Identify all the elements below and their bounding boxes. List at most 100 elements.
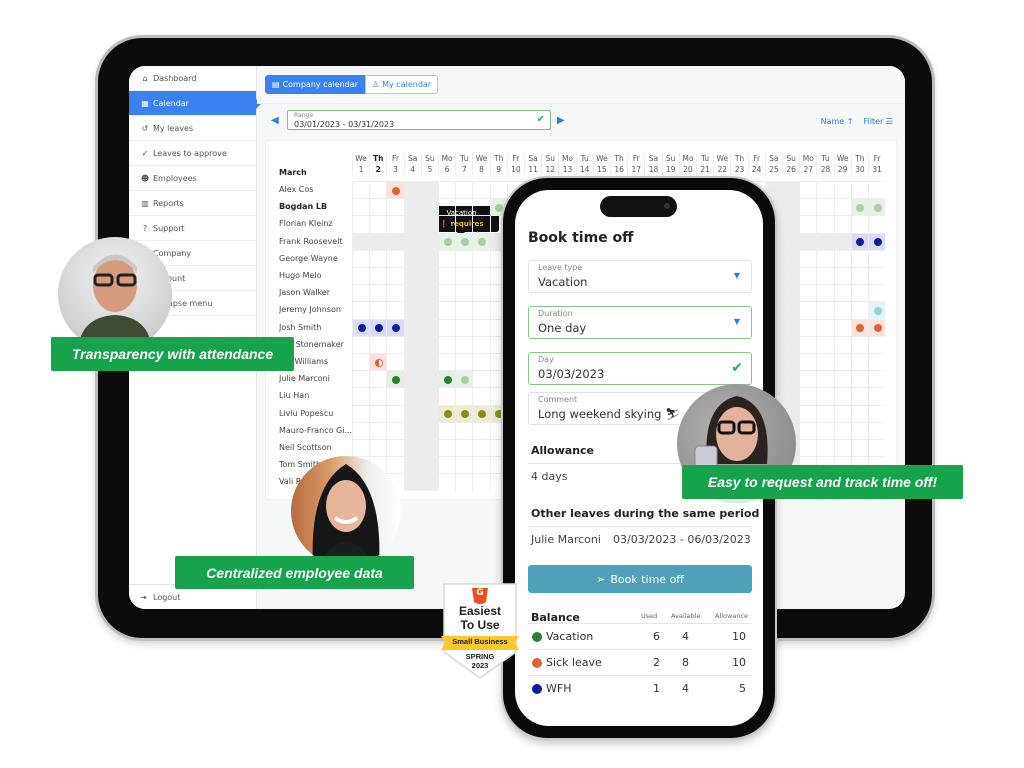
calendar-cell[interactable] bbox=[420, 473, 438, 491]
calendar-cell[interactable] bbox=[782, 249, 800, 267]
calendar-cell[interactable] bbox=[438, 335, 456, 353]
day-input[interactable]: Day 03/03/2023 ✔ bbox=[528, 352, 752, 385]
calendar-cell[interactable] bbox=[816, 267, 834, 285]
calendar-cell[interactable] bbox=[455, 421, 473, 439]
leave-dot-sick[interactable] bbox=[873, 324, 882, 333]
sidebar-item-my-leaves[interactable]: ↺ My leaves bbox=[129, 116, 256, 141]
calendar-cell[interactable] bbox=[782, 318, 800, 336]
calendar-cell[interactable] bbox=[455, 301, 473, 319]
calendar-cell[interactable] bbox=[386, 232, 404, 250]
calendar-cell[interactable] bbox=[403, 267, 421, 285]
calendar-cell[interactable] bbox=[438, 284, 456, 302]
calendar-cell[interactable] bbox=[833, 249, 851, 267]
calendar-cell[interactable] bbox=[799, 421, 817, 439]
calendar-cell[interactable] bbox=[352, 232, 370, 250]
calendar-cell[interactable] bbox=[403, 439, 421, 457]
filter-link[interactable]: Filter ☰ bbox=[863, 117, 893, 126]
calendar-cell[interactable] bbox=[403, 318, 421, 336]
calendar-cell[interactable] bbox=[420, 318, 438, 336]
calendar-cell[interactable] bbox=[403, 353, 421, 371]
calendar-cell[interactable] bbox=[386, 284, 404, 302]
calendar-cell[interactable] bbox=[403, 284, 421, 302]
calendar-cell[interactable] bbox=[782, 232, 800, 250]
calendar-cell[interactable] bbox=[799, 370, 817, 388]
calendar-cell[interactable] bbox=[472, 456, 490, 474]
calendar-cell[interactable] bbox=[782, 353, 800, 371]
calendar-cell[interactable] bbox=[833, 284, 851, 302]
calendar-cell[interactable] bbox=[455, 370, 473, 388]
leave-dot-training[interactable] bbox=[443, 410, 452, 419]
calendar-cell[interactable] bbox=[850, 301, 868, 319]
leave-dot-vacation[interactable] bbox=[391, 375, 400, 384]
calendar-cell[interactable] bbox=[868, 284, 886, 302]
calendar-cell[interactable] bbox=[386, 387, 404, 405]
calendar-cell[interactable] bbox=[352, 353, 370, 371]
employee-name[interactable]: Hugo Melo bbox=[279, 267, 357, 284]
calendar-cell[interactable] bbox=[438, 387, 456, 405]
employee-name[interactable]: Jeremy Johnson bbox=[279, 301, 357, 318]
calendar-cell[interactable] bbox=[369, 439, 387, 457]
calendar-cell[interactable] bbox=[352, 215, 370, 233]
calendar-cell[interactable] bbox=[386, 370, 404, 388]
calendar-cell[interactable] bbox=[833, 267, 851, 285]
calendar-cell[interactable] bbox=[472, 473, 490, 491]
calendar-cell[interactable] bbox=[352, 421, 370, 439]
calendar-cell[interactable] bbox=[386, 301, 404, 319]
calendar-cell[interactable] bbox=[420, 370, 438, 388]
calendar-cell[interactable] bbox=[850, 387, 868, 405]
calendar-cell[interactable] bbox=[403, 456, 421, 474]
calendar-cell[interactable] bbox=[472, 421, 490, 439]
calendar-cell[interactable] bbox=[352, 198, 370, 216]
calendar-cell[interactable] bbox=[420, 353, 438, 371]
calendar-cell[interactable] bbox=[438, 439, 456, 457]
calendar-cell[interactable] bbox=[850, 421, 868, 439]
calendar-cell[interactable] bbox=[420, 404, 438, 422]
leave-dot-training[interactable] bbox=[477, 410, 486, 419]
calendar-cell[interactable] bbox=[850, 215, 868, 233]
calendar-cell[interactable] bbox=[403, 473, 421, 491]
calendar-cell[interactable] bbox=[438, 301, 456, 319]
calendar-cell[interactable] bbox=[868, 181, 886, 199]
calendar-cell[interactable] bbox=[868, 318, 886, 336]
calendar-cell[interactable] bbox=[403, 404, 421, 422]
calendar-cell[interactable] bbox=[816, 181, 834, 199]
calendar-cell[interactable] bbox=[489, 181, 507, 199]
leave-dot-training[interactable] bbox=[495, 410, 504, 419]
employee-name[interactable]: Bogdan LB bbox=[279, 198, 357, 215]
calendar-cell[interactable] bbox=[850, 198, 868, 216]
calendar-cell[interactable] bbox=[352, 387, 370, 405]
calendar-cell[interactable] bbox=[850, 370, 868, 388]
leave-dot-vacation-pending[interactable] bbox=[460, 238, 469, 247]
calendar-cell[interactable] bbox=[438, 249, 456, 267]
calendar-cell[interactable] bbox=[455, 318, 473, 336]
calendar-cell[interactable] bbox=[782, 370, 800, 388]
calendar-cell[interactable] bbox=[782, 335, 800, 353]
calendar-cell[interactable] bbox=[386, 404, 404, 422]
calendar-cell[interactable] bbox=[420, 198, 438, 216]
calendar-cell[interactable] bbox=[455, 473, 473, 491]
leave-dot-vacation[interactable] bbox=[443, 375, 452, 384]
leave-dot-vacation-pending[interactable] bbox=[477, 238, 486, 247]
prev-range-button[interactable]: ◀ bbox=[271, 115, 279, 126]
calendar-cell[interactable] bbox=[369, 249, 387, 267]
calendar-cell[interactable] bbox=[455, 456, 473, 474]
calendar-cell[interactable] bbox=[868, 249, 886, 267]
employee-name[interactable]: Neil Scottson bbox=[279, 439, 357, 456]
calendar-cell[interactable] bbox=[352, 318, 370, 336]
calendar-cell[interactable] bbox=[403, 215, 421, 233]
calendar-cell[interactable] bbox=[386, 439, 404, 457]
calendar-cell[interactable] bbox=[472, 370, 490, 388]
calendar-cell[interactable] bbox=[850, 318, 868, 336]
calendar-cell[interactable] bbox=[850, 232, 868, 250]
calendar-cell[interactable] bbox=[850, 284, 868, 302]
calendar-cell[interactable] bbox=[420, 215, 438, 233]
calendar-cell[interactable] bbox=[472, 198, 490, 216]
calendar-cell[interactable] bbox=[850, 353, 868, 371]
leave-dot-wfh[interactable] bbox=[374, 324, 383, 333]
duration-select[interactable]: Duration One day ▼ bbox=[528, 306, 752, 339]
leave-dot-wfh[interactable] bbox=[357, 324, 366, 333]
calendar-cell[interactable] bbox=[369, 387, 387, 405]
calendar-cell[interactable] bbox=[799, 249, 817, 267]
calendar-cell[interactable] bbox=[403, 335, 421, 353]
calendar-cell[interactable] bbox=[799, 335, 817, 353]
